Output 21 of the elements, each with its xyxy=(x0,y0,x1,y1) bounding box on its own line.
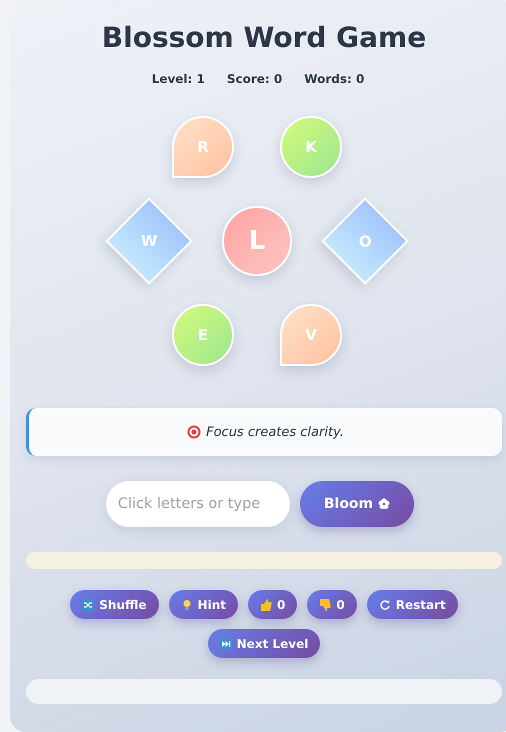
stat-text: Words: 0 xyxy=(304,72,364,86)
word-input-field[interactable]: Click letters or type xyxy=(106,481,290,527)
stat-text: Score: 0 xyxy=(226,72,282,86)
shuffle-icon xyxy=(82,598,94,610)
shuffle-button[interactable]: Shuffle xyxy=(70,590,159,619)
restart-icon xyxy=(378,598,391,610)
bloom-button[interactable]: Bloom xyxy=(300,481,414,527)
hint-button[interactable]: Hint xyxy=(168,590,238,619)
stat-text: Level: 1 xyxy=(152,72,205,86)
thumbs-down-icon xyxy=(319,598,332,610)
flower-icon xyxy=(378,498,390,510)
dislike-button[interactable]: 0 xyxy=(307,590,357,619)
like-button[interactable]: 0 xyxy=(248,590,298,619)
thumbs-up-icon xyxy=(260,598,272,610)
restart-button[interactable]: Restart xyxy=(366,590,458,619)
skip-forward-icon xyxy=(220,638,232,650)
lightbulb-icon xyxy=(180,598,193,610)
target-icon xyxy=(187,425,202,439)
game-title: Blossom Word Game xyxy=(100,20,428,56)
next-button[interactable]: Next Level xyxy=(208,629,320,658)
quote-text: Focus creates clarity. xyxy=(206,424,344,440)
